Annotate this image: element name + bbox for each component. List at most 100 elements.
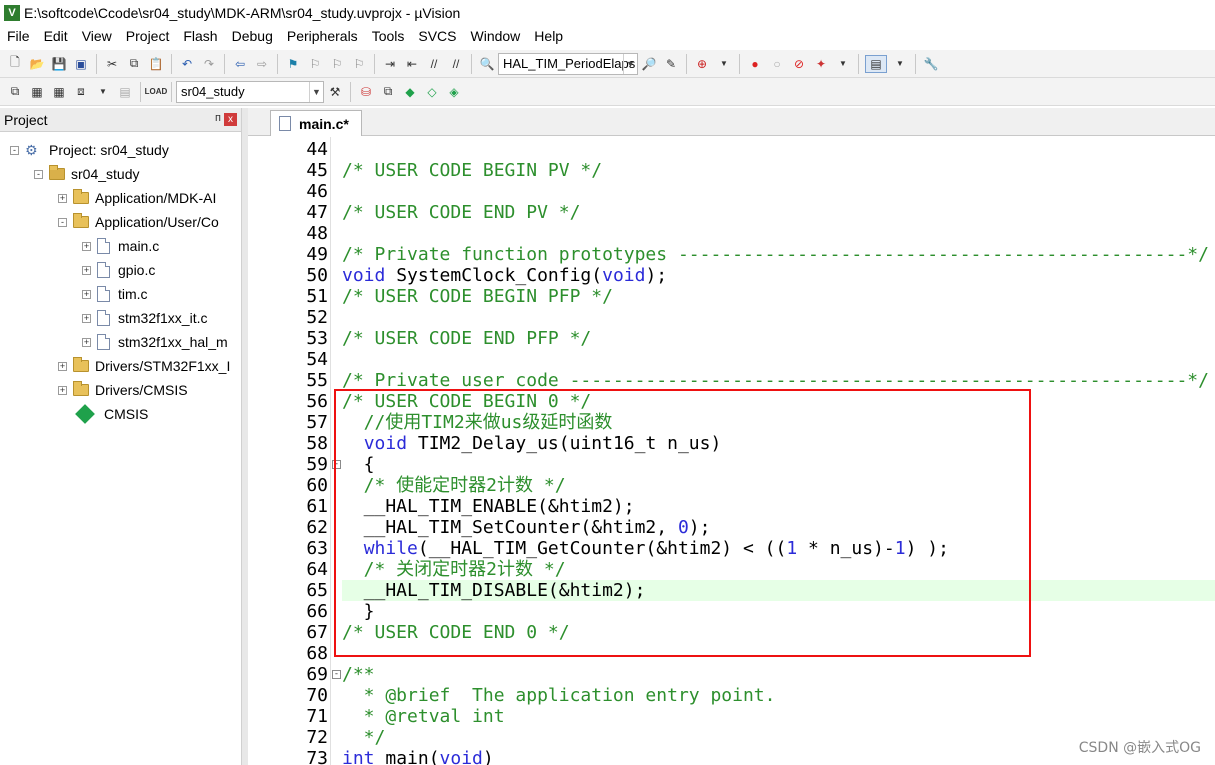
- close-icon[interactable]: x: [224, 113, 237, 126]
- menu-svcs[interactable]: SVCS: [411, 28, 463, 44]
- tree-item-file[interactable]: + main.c: [82, 235, 159, 257]
- find-icon[interactable]: 🔎: [640, 55, 658, 73]
- function-search-combo[interactable]: HAL_TIM_PeriodElaps ▼: [498, 52, 638, 75]
- code-line[interactable]: [342, 223, 1215, 244]
- save-icon[interactable]: 💾: [50, 55, 68, 73]
- code-line[interactable]: /* 使能定时器2计数 */: [342, 475, 1215, 496]
- paste-icon[interactable]: 📋: [147, 55, 165, 73]
- fold-toggle-icon[interactable]: -: [332, 460, 341, 469]
- code-line[interactable]: /* USER CODE BEGIN PFP */: [342, 286, 1215, 307]
- code-line[interactable]: [342, 643, 1215, 664]
- code-line[interactable]: /* USER CODE BEGIN 0 */: [342, 391, 1215, 412]
- new-file-icon[interactable]: 🗋: [6, 55, 24, 73]
- undo-icon[interactable]: ↶: [178, 55, 196, 73]
- pack-installer-icon[interactable]: ◈: [445, 83, 463, 101]
- tree-item-file[interactable]: + tim.c: [82, 283, 148, 305]
- breakpoint-icon[interactable]: ●: [746, 55, 764, 73]
- code-line[interactable]: /**: [342, 664, 1215, 685]
- unindent-icon[interactable]: ⇤: [403, 55, 421, 73]
- fold-toggle-icon[interactable]: -: [332, 670, 341, 679]
- menu-window[interactable]: Window: [464, 28, 528, 44]
- code-line[interactable]: /* Private function prototypes ---------…: [342, 244, 1215, 265]
- manage-project-items-icon[interactable]: ⛁: [357, 83, 375, 101]
- expand-icon[interactable]: +: [82, 289, 91, 299]
- code-line[interactable]: /* USER CODE END PV */: [342, 202, 1215, 223]
- disable-all-breakpoints-icon[interactable]: ⊘: [790, 55, 808, 73]
- menu-project[interactable]: Project: [119, 28, 177, 44]
- window-layout-icon[interactable]: ▤: [865, 54, 887, 73]
- navigate-back-icon[interactable]: ⇦: [231, 55, 249, 73]
- code-line[interactable]: [342, 307, 1215, 328]
- expand-icon[interactable]: +: [82, 241, 91, 251]
- code-line[interactable]: /* USER CODE END 0 */: [342, 622, 1215, 643]
- tree-item-target[interactable]: - sr04_study: [34, 163, 139, 185]
- code-line[interactable]: [342, 139, 1215, 160]
- code-line[interactable]: [342, 349, 1215, 370]
- code-line[interactable]: __HAL_TIM_SetCounter(&htim2, 0);: [342, 517, 1215, 538]
- expand-icon[interactable]: +: [58, 193, 67, 203]
- incremental-find-icon[interactable]: ✎: [662, 55, 680, 73]
- comment-icon[interactable]: //: [425, 55, 443, 73]
- code-line[interactable]: [342, 181, 1215, 202]
- kill-breakpoints-icon[interactable]: ✦: [812, 55, 830, 73]
- tree-item-group[interactable]: - Application/User/Co: [58, 211, 219, 233]
- batch-build-icon[interactable]: ⧈: [72, 83, 90, 101]
- save-all-icon[interactable]: ▣: [72, 55, 90, 73]
- tree-item-group[interactable]: + Application/MDK-AI: [58, 187, 216, 209]
- collapse-icon[interactable]: -: [10, 145, 19, 155]
- dropdown-arrow-icon[interactable]: ▼: [715, 55, 733, 73]
- tree-item-file[interactable]: + stm32f1xx_it.c: [82, 307, 207, 329]
- prev-bookmark-icon[interactable]: ⚐: [306, 55, 324, 73]
- code-line[interactable]: void TIM2_Delay_us(uint16_t n_us): [342, 433, 1215, 454]
- bookmark-icon[interactable]: ⚑: [284, 55, 302, 73]
- next-bookmark-icon[interactable]: ⚐: [328, 55, 346, 73]
- target-options-icon[interactable]: ⚒: [326, 83, 344, 101]
- cut-icon[interactable]: ✂: [103, 55, 121, 73]
- manage-rte-icon[interactable]: ◆: [401, 83, 419, 101]
- expand-icon[interactable]: +: [82, 337, 91, 347]
- menu-peripherals[interactable]: Peripherals: [280, 28, 365, 44]
- menu-view[interactable]: View: [75, 28, 119, 44]
- code-line[interactable]: void SystemClock_Config(void);: [342, 265, 1215, 286]
- code-line[interactable]: __HAL_TIM_ENABLE(&htim2);: [342, 496, 1215, 517]
- translate-icon[interactable]: ⧉: [6, 83, 24, 101]
- code-editor[interactable]: 44 45 46 47 48 49 50 51 52 53 54 55 56 57 58 59 60 61 62 63…: [248, 137, 1215, 765]
- dropdown-arrow-icon[interactable]: ▼: [94, 83, 112, 101]
- menu-debug[interactable]: Debug: [225, 28, 280, 44]
- code-line-current[interactable]: __HAL_TIM_DISABLE(&htim2);: [342, 580, 1215, 601]
- code-line[interactable]: /* 关闭定时器2计数 */: [342, 559, 1215, 580]
- clear-bookmarks-icon[interactable]: ⚐: [350, 55, 368, 73]
- code-line[interactable]: }: [342, 601, 1215, 622]
- collapse-icon[interactable]: -: [58, 217, 67, 227]
- code-line[interactable]: //使用TIM2来做us级延时函数: [342, 412, 1215, 433]
- debug-session-icon[interactable]: ⊕: [693, 55, 711, 73]
- menu-help[interactable]: Help: [527, 28, 570, 44]
- expand-icon[interactable]: +: [58, 361, 67, 371]
- uncomment-icon[interactable]: //: [447, 55, 465, 73]
- code-line[interactable]: /* USER CODE END PFP */: [342, 328, 1215, 349]
- configure-icon[interactable]: 🔧: [922, 55, 940, 73]
- pin-icon[interactable]: ᴨ: [215, 112, 221, 124]
- menu-edit[interactable]: Edit: [37, 28, 75, 44]
- expand-icon[interactable]: +: [58, 385, 67, 395]
- navigate-forward-icon[interactable]: ⇨: [253, 55, 271, 73]
- tree-item-group[interactable]: + Drivers/STM32F1xx_I: [58, 355, 230, 377]
- tree-item-group[interactable]: + Drivers/CMSIS: [58, 379, 188, 401]
- code-line[interactable]: /* Private user code -------------------…: [342, 370, 1215, 391]
- disable-breakpoint-icon[interactable]: ○: [768, 55, 786, 73]
- code-line[interactable]: * @retval int: [342, 706, 1215, 727]
- tab-main-c[interactable]: main.c*: [270, 110, 362, 136]
- expand-icon[interactable]: +: [82, 313, 91, 323]
- code-line[interactable]: while(__HAL_TIM_GetCounter(&htim2) < ((1…: [342, 538, 1215, 559]
- menu-tools[interactable]: Tools: [365, 28, 412, 44]
- menu-flash[interactable]: Flash: [176, 28, 224, 44]
- tree-item-file[interactable]: + gpio.c: [82, 259, 155, 281]
- expand-icon[interactable]: +: [82, 265, 91, 275]
- code-line[interactable]: {: [342, 454, 1215, 475]
- open-file-icon[interactable]: 📂: [28, 55, 46, 73]
- target-select-combo[interactable]: sr04_study ▼: [176, 80, 324, 103]
- build-icon[interactable]: ▦: [28, 83, 46, 101]
- select-packs-icon[interactable]: ◇: [423, 83, 441, 101]
- menu-file[interactable]: File: [0, 28, 37, 44]
- chevron-down-icon[interactable]: ▼: [623, 53, 637, 74]
